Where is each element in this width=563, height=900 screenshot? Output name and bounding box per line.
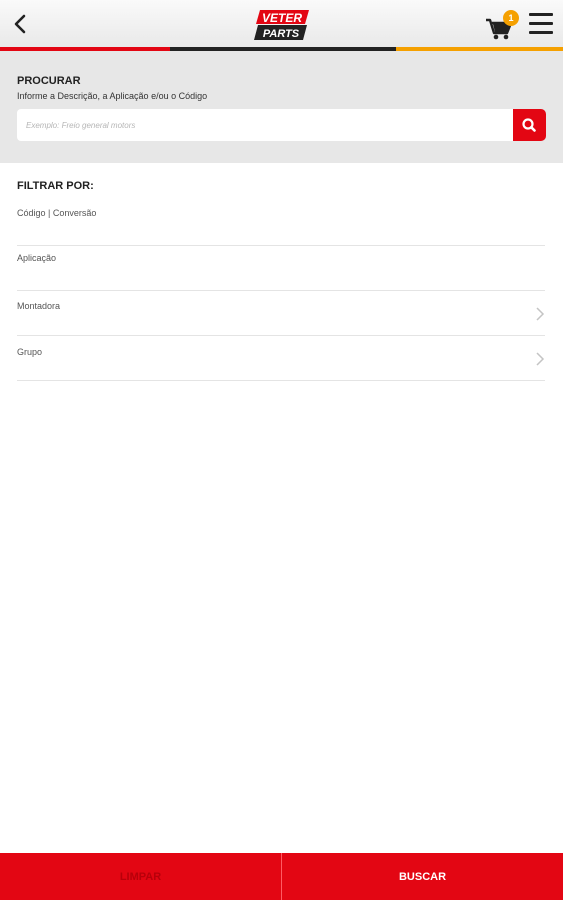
search-panel: PROCURAR Informe a Descrição, a Aplicaçã…: [0, 51, 563, 163]
hamburger-menu-icon[interactable]: [529, 13, 553, 35]
search-submit-button[interactable]: BUSCAR: [282, 853, 563, 900]
cart-count-badge: 1: [503, 10, 519, 26]
clear-button[interactable]: LIMPAR: [0, 853, 282, 900]
search-icon: [522, 118, 536, 132]
back-button[interactable]: [8, 9, 36, 39]
search-subtitle: Informe a Descrição, a Aplicação e/ou o …: [17, 91, 208, 101]
veter-parts-logo: VETER PARTS: [254, 9, 310, 41]
filter-item-label: Código | Conversão: [17, 208, 97, 218]
filter-item-label: Grupo: [17, 347, 43, 357]
chevron-right-icon: [536, 352, 545, 366]
search-title: PROCURAR: [17, 75, 81, 87]
filter-item-montadora[interactable]: Montadora: [17, 291, 545, 336]
search-button[interactable]: [513, 109, 546, 141]
logo-top-text: VETER: [262, 11, 302, 25]
app-header: VETER PARTS 1: [0, 0, 563, 47]
filter-item-grupo[interactable]: Grupo: [17, 336, 545, 381]
logo-bottom-text: PARTS: [263, 28, 300, 40]
filter-title: FILTRAR POR:: [17, 180, 94, 192]
filter-item-label: Montadora: [17, 301, 61, 311]
filter-item-label: Aplicação: [17, 253, 57, 263]
cart-button[interactable]: 1: [484, 8, 520, 42]
bottom-action-bar: LIMPAR BUSCAR: [0, 853, 563, 900]
search-input[interactable]: [17, 109, 513, 141]
chevron-left-icon: [14, 14, 26, 34]
filter-item-aplicacao[interactable]: Aplicação: [17, 246, 545, 291]
filter-item-codigo-conversao[interactable]: Código | Conversão: [17, 201, 545, 246]
chevron-right-icon: [536, 307, 545, 321]
